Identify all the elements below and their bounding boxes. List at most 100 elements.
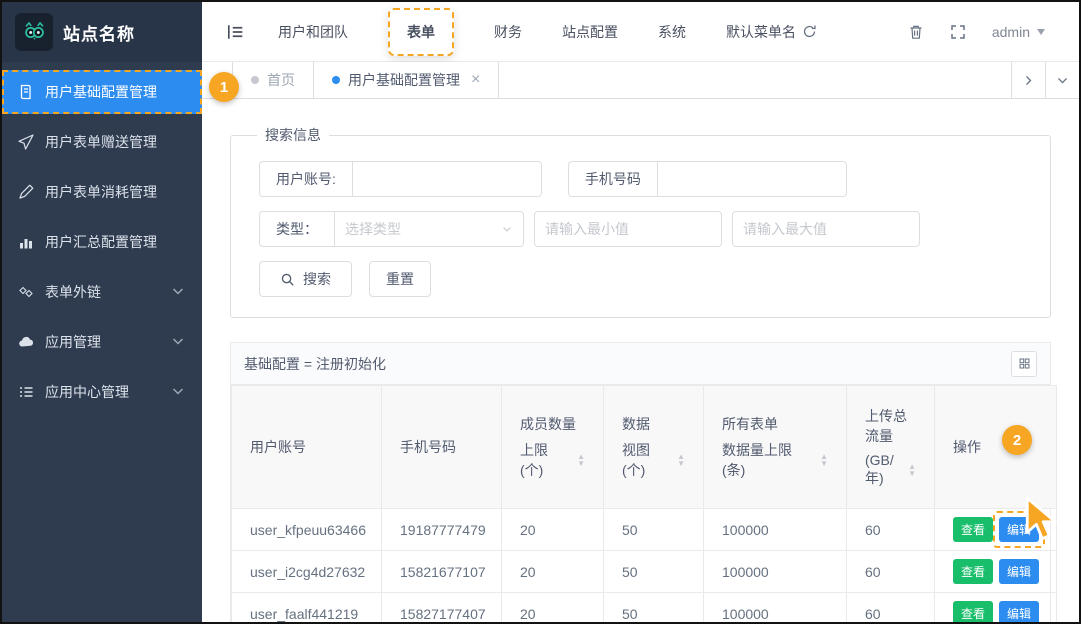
nav-item-finance[interactable]: 财务 (494, 22, 522, 42)
search-icon (280, 272, 295, 287)
logo-bar: 站点名称 (2, 2, 202, 62)
cell-traffic: 60 (847, 509, 935, 551)
nav-item-default-menu[interactable]: 默认菜单名 (726, 22, 817, 42)
column-header-account: 用户账号 (232, 386, 382, 509)
sort-icon[interactable] (677, 453, 685, 467)
tab-label: 用户基础配置管理 (348, 70, 460, 90)
config-table: 用户账号 手机号码 成员数量 上限(个) 数据 (231, 385, 1057, 622)
admin-dropdown[interactable]: admin (992, 24, 1045, 40)
cell-quota: 100000 (704, 509, 847, 551)
chevron-down-icon (501, 223, 513, 235)
search-button[interactable]: 搜索 (259, 261, 352, 297)
collapse-sidebar-icon[interactable] (226, 23, 244, 41)
view-button[interactable]: 查看 (953, 559, 993, 584)
search-actions-row: 搜索 重置 (249, 261, 1032, 297)
sort-icon[interactable] (577, 453, 585, 467)
cell-views: 50 (604, 551, 704, 593)
search-panel: 搜索信息 用户账号: 手机号码 类型： 选择类型 (230, 125, 1051, 318)
sidebar-item-label: 表单外链 (45, 282, 101, 302)
column-header-actions: 操作 (935, 386, 1057, 509)
main-area: 用户和团队 表单 财务 站点配置 系统 默认菜单名 (202, 2, 1079, 622)
tab-options-chevron-icon[interactable] (1045, 62, 1079, 98)
search-panel-legend: 搜索信息 (257, 125, 329, 145)
cursor-arrow-icon (1022, 494, 1064, 546)
table-row: user_i2cg4d27632 15821677107 20 50 10000… (232, 551, 1057, 593)
nav-item-site-config[interactable]: 站点配置 (562, 22, 618, 42)
fullscreen-icon[interactable] (950, 24, 966, 40)
cell-phone: 15827177407 (382, 593, 502, 623)
cell-views: 50 (604, 509, 704, 551)
navbar-right: admin (908, 24, 1061, 40)
sidebar-item-external-links[interactable]: 表单外链 (2, 270, 202, 314)
column-header-traffic[interactable]: 上传总流量 (GB/年) (847, 386, 935, 509)
step-badge-1: 1 (209, 72, 239, 102)
column-header-views[interactable]: 数据 视图(个) (604, 386, 704, 509)
list-icon (18, 384, 34, 400)
close-icon[interactable] (471, 72, 480, 88)
send-icon (18, 134, 34, 150)
site-name: 站点名称 (63, 20, 135, 45)
table-header-row: 用户账号 手机号码 成员数量 上限(个) 数据 (232, 386, 1057, 509)
nav-item-forms[interactable]: 表单 (388, 8, 454, 56)
sidebar-item-label: 用户表单消耗管理 (45, 182, 157, 202)
sort-icon[interactable] (820, 453, 828, 467)
min-value-input[interactable] (534, 211, 722, 247)
column-header-quota[interactable]: 所有表单 数据量上限(条) (704, 386, 847, 509)
tab-dot-icon (251, 76, 259, 84)
type-label: 类型： (259, 211, 334, 247)
tab-bar: 首页 用户基础配置管理 (202, 62, 1079, 99)
edit-button[interactable]: 编辑 (999, 601, 1039, 622)
cell-account: user_faalf441219 (232, 593, 382, 623)
table-panel: 基础配置 = 注册初始化 用户账号 (230, 342, 1051, 622)
sort-icon[interactable] (908, 463, 916, 477)
page-content: 搜索信息 用户账号: 手机号码 类型： 选择类型 (202, 99, 1079, 622)
search-row: 类型： 选择类型 (249, 211, 1032, 247)
external-link-icon (18, 284, 34, 300)
account-input[interactable] (352, 161, 542, 197)
trash-icon[interactable] (908, 24, 924, 40)
scroll-tabs-right-icon[interactable] (1011, 62, 1045, 98)
phone-input[interactable] (657, 161, 847, 197)
cell-members: 20 (502, 551, 604, 593)
nav-item-users-teams[interactable]: 用户和团队 (278, 22, 348, 42)
table-panel-header: 基础配置 = 注册初始化 (231, 343, 1050, 385)
sidebar-item-user-base-config[interactable]: 用户基础配置管理 (2, 70, 202, 114)
cell-traffic: 60 (847, 593, 935, 623)
cell-members: 20 (502, 509, 604, 551)
view-button[interactable]: 查看 (953, 601, 993, 622)
column-header-members[interactable]: 成员数量 上限(个) (502, 386, 604, 509)
tab-label: 首页 (267, 70, 295, 90)
phone-group: 手机号码 (568, 161, 847, 197)
app-window: 站点名称 用户基础配置管理 用户表单赠送管理 用户表单消耗管理 用户汇总配置管理 (0, 0, 1081, 624)
sidebar: 站点名称 用户基础配置管理 用户表单赠送管理 用户表单消耗管理 用户汇总配置管理 (2, 2, 202, 622)
cell-members: 20 (502, 593, 604, 623)
tab-user-base-config[interactable]: 用户基础配置管理 (314, 62, 499, 98)
account-group: 用户账号: (259, 161, 542, 197)
cell-traffic: 60 (847, 551, 935, 593)
column-settings-icon[interactable] (1011, 351, 1037, 377)
sidebar-item-form-consume[interactable]: 用户表单消耗管理 (2, 170, 202, 214)
admin-username: admin (992, 24, 1030, 40)
edit-button[interactable]: 编辑 (999, 559, 1039, 584)
tab-controls (1011, 62, 1079, 98)
search-row: 用户账号: 手机号码 (249, 161, 1032, 197)
top-menu: 用户和团队 表单 财务 站点配置 系统 默认菜单名 (278, 8, 817, 56)
sidebar-item-label: 应用中心管理 (45, 382, 129, 402)
sidebar-item-app-center[interactable]: 应用中心管理 (2, 370, 202, 414)
sidebar-item-summary-config[interactable]: 用户汇总配置管理 (2, 220, 202, 264)
max-value-input[interactable] (732, 211, 920, 247)
view-button[interactable]: 查看 (953, 517, 993, 542)
cell-actions: 查看 编辑 (935, 551, 1057, 593)
reset-button[interactable]: 重置 (369, 261, 431, 297)
table-row: user_kfpeuu63466 19187777479 20 50 10000… (232, 509, 1057, 551)
type-select[interactable]: 选择类型 (334, 211, 524, 247)
sidebar-item-form-gift[interactable]: 用户表单赠送管理 (2, 120, 202, 164)
chevron-down-icon (170, 283, 186, 302)
nav-item-system[interactable]: 系统 (658, 22, 686, 42)
owl-logo-icon (15, 13, 53, 51)
top-navbar: 用户和团队 表单 财务 站点配置 系统 默认菜单名 (202, 2, 1079, 62)
refresh-icon[interactable] (802, 24, 817, 39)
sidebar-item-app-management[interactable]: 应用管理 (2, 320, 202, 364)
cell-phone: 15821677107 (382, 551, 502, 593)
tab-home[interactable]: 首页 (232, 62, 314, 98)
